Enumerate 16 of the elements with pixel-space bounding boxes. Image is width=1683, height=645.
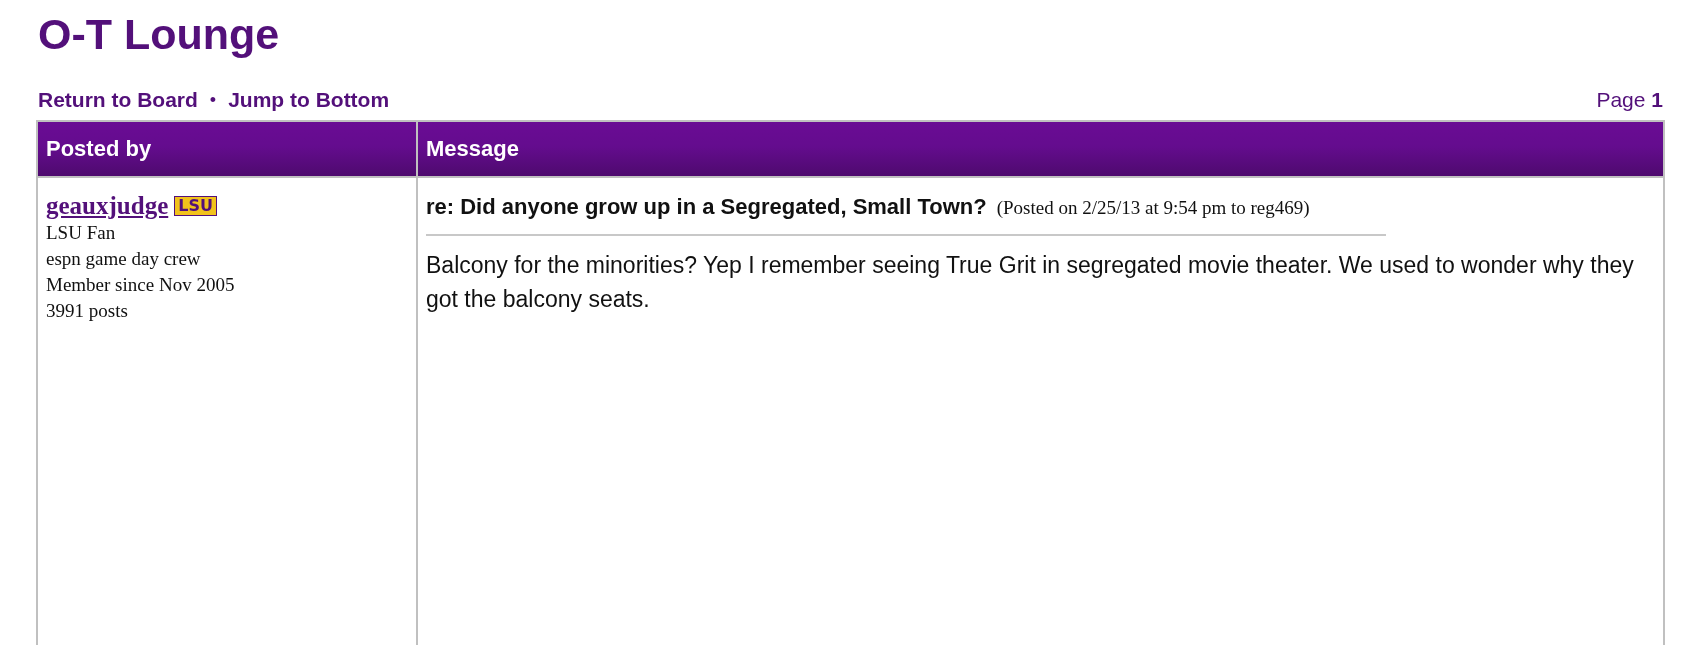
author-detail: Member since Nov 2005 — [46, 273, 236, 297]
column-header: Posted by — [38, 122, 416, 178]
post-meta: (Posted on 2/25/13 at 9:54 pm to reg469) — [996, 197, 1310, 218]
separator-dot: • — [209, 89, 217, 111]
author-link[interactable]: geauxjudge — [46, 192, 169, 220]
page-number: Page 1 — [1596, 88, 1663, 112]
nav-link[interactable]: Return to Board — [38, 88, 198, 112]
post-body: Balcony for the minorities? Yep I remember seeing True Grit in segregated movie theater. We used to wonder why they got the balcony seats. — [426, 251, 1635, 314]
author-detail: 3991 posts — [46, 299, 129, 323]
nav-link[interactable]: Jump to Bottom — [228, 88, 390, 112]
post-subject: re: Did anyone grow up in a Segregated, Small Town? — [426, 194, 987, 219]
author-detail: LSU Fan — [46, 221, 117, 245]
author-detail: espn game day crew — [46, 247, 202, 271]
column-header: Message — [416, 122, 1663, 178]
forum-title: O-T Lounge — [38, 9, 281, 60]
team-badge: LSU — [174, 196, 217, 216]
